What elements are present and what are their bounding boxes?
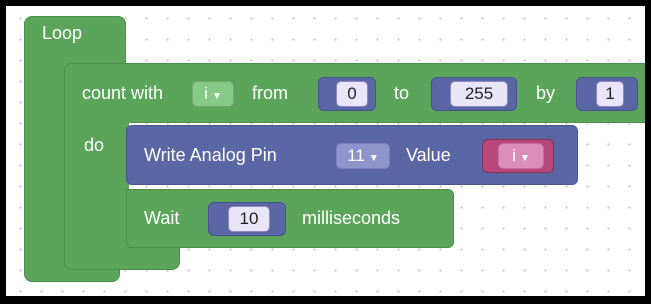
count-variable-name: i (204, 84, 208, 103)
milliseconds-label: milliseconds (302, 208, 401, 228)
to-label: to (394, 83, 410, 103)
from-number-field[interactable]: 0 (336, 81, 368, 107)
value-label: Value (406, 145, 451, 165)
do-label: do (84, 135, 105, 155)
loop-block-body[interactable] (24, 56, 69, 281)
triangle-down-icon: ▼ (368, 153, 379, 164)
triangle-down-icon: ▼ (519, 153, 530, 164)
triangle-down-icon: ▼ (211, 91, 222, 102)
by-number-field[interactable]: 1 (596, 81, 624, 107)
write-analog-pin-label: Write Analog Pin (144, 145, 277, 165)
blockly-workspace[interactable]: Loop count with i ▼ from 0 to 255 by 1 do… (6, 6, 645, 296)
to-number-field[interactable]: 255 (450, 81, 508, 107)
pin-value: 11 (347, 146, 365, 165)
wait-label: Wait (144, 208, 180, 228)
by-label: by (536, 83, 556, 103)
count-variable-dropdown[interactable]: i ▼ (192, 81, 234, 107)
loop-label: Loop (42, 23, 83, 43)
pin-dropdown[interactable]: 11 ▼ (336, 143, 390, 169)
from-label: from (252, 83, 288, 103)
value-variable-dropdown[interactable]: i ▼ (498, 143, 544, 169)
count-with-label: count with (82, 83, 164, 103)
wait-number-field[interactable]: 10 (228, 206, 270, 232)
value-variable-name: i (512, 146, 516, 165)
